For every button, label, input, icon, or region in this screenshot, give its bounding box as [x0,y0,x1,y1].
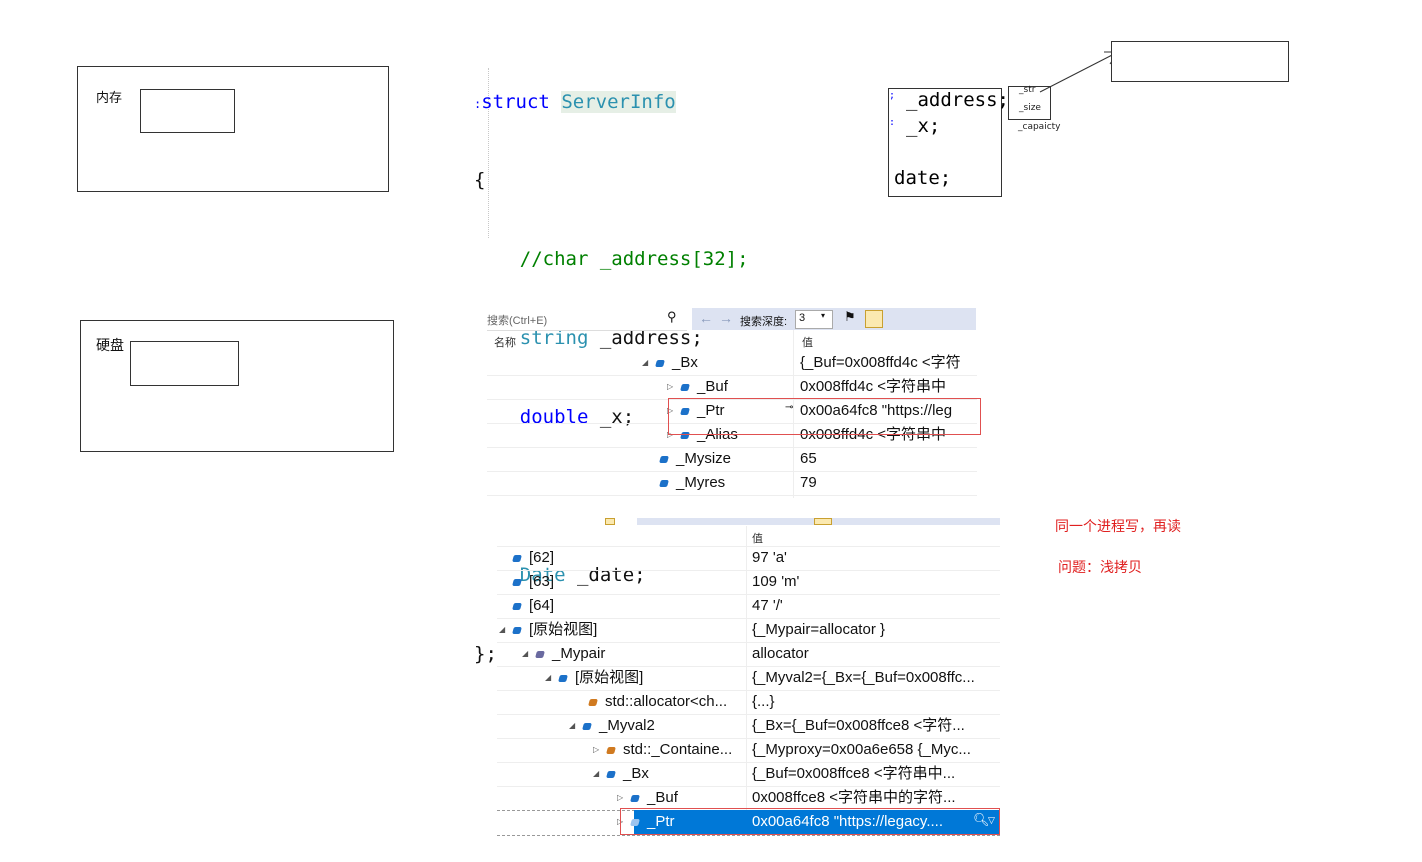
expand-icon[interactable]: ▷ [593,738,607,762]
watch2-value-header: 值 [752,533,763,545]
forward-arrow-icon[interactable]: → [719,310,733,326]
watch2-value: 109 'm' [752,573,800,590]
base-class-icon [588,698,598,706]
watch1-row-mysize[interactable]: _Mysize [659,447,731,471]
search-icon[interactable]: ⚲ [667,309,677,325]
disk-inner-box [130,341,239,386]
watch-window-1: 搜索(Ctrl+E) ⚲ ← → 搜索深度: 3 ▾ ⚑ 名称 值 ◢ _Bx {… [487,308,981,498]
memory-label: 内存 [96,91,123,106]
highlight-frame [668,398,981,435]
memory-box: 内存 [77,66,389,192]
code-struct-name: ServerInfo [561,90,676,113]
watch2-value: allocator [752,645,809,662]
watch2-row-62[interactable]: [62] [512,546,554,570]
watch1-name-header: 名称 [494,337,516,349]
watch1-value: 0x008ffd4c <字符串中 [800,378,947,395]
watch2-value: {...} [752,693,775,710]
pin-icon[interactable]: ⚑ [844,309,856,325]
watch2-value: {_Mypair=allocator } [752,621,885,638]
watch1-value: 65 [800,450,817,467]
collapse-icon[interactable]: ◢ [522,642,536,666]
watch1-value-header: 值 [802,337,813,349]
heap-box [1111,41,1289,82]
watch1-row-buf[interactable]: ▷ _Buf [667,375,728,399]
depth-label: 搜索深度: [740,316,788,328]
base-class-icon [606,746,616,754]
collapse-icon[interactable]: ◢ [545,666,559,690]
code-struct-keyword: struct [481,90,550,113]
disk-box: 硬盘 [80,320,394,452]
capacity-label: _capaicty [1018,122,1061,132]
struct-layout-box: ; _address; : _x; date; [888,88,1009,197]
watch1-row-bx[interactable]: ◢ _Bx [642,351,698,375]
watch2-row-raw-view-2[interactable]: ◢ [原始视图] [545,666,643,690]
code-open-brace: { [474,169,486,192]
collapse-icon[interactable]: ◢ [593,762,607,786]
expand-icon[interactable]: ▷ [617,786,631,810]
watch2-value: 97 'a' [752,549,787,566]
back-arrow-icon[interactable]: ← [699,310,713,326]
watch2-value: 47 '/' [752,597,783,614]
collapse-icon[interactable]: ◢ [642,351,656,375]
watch2-value: {_Myproxy=0x00a6e658 {_Myc... [752,741,971,758]
chevron-down-icon: ▾ [821,311,826,320]
watch2-value: 0x008ffce8 <字符串中的字符... [752,789,956,806]
watch2-row-allocator[interactable]: std::allocator<ch... [588,690,727,714]
watch1-search-input[interactable]: 搜索(Ctrl+E) ⚲ [487,308,687,331]
watch2-row-myval2[interactable]: ◢ _Myval2 [569,714,655,738]
depth-select[interactable]: 3 ▾ [795,310,833,329]
highlight-frame [620,808,1000,835]
memory-inner-box [140,89,235,133]
disk-label: 硬盘 [96,338,124,354]
watch2-row-raw-view[interactable]: ◢ [原始视图] [499,618,597,642]
watch-window-2: 值 [62] 97 'a' [63] 109 'm' [64] 47 '/' ◢… [497,518,1000,838]
watch2-row-64[interactable]: [64] [512,594,554,618]
base-class-icon [535,650,545,658]
note-shallow-copy: 问题：浅拷贝 [1058,560,1142,576]
columns-toggle-icon[interactable] [865,310,883,328]
mini-date: date; [894,167,952,189]
watch1-value: 79 [800,474,817,491]
watch1-value: {_Buf=0x008ffd4c <字符 [800,354,961,371]
field-icon [680,383,690,391]
code-comment: //char _address[32]; [519,248,749,271]
mini-address: _address; [906,89,1009,111]
watch2-row-63[interactable]: [63] [512,570,554,594]
watch2-row-mypair[interactable]: ◢ _Mypair [522,642,605,666]
field-icon [659,455,669,463]
watch1-toolbar [692,308,976,330]
mini-x: _x; [906,115,941,137]
watch2-value: {_Bx={_Buf=0x008ffce8 <字符... [752,717,965,734]
field-icon [655,359,665,367]
watch2-value: {_Myval2={_Bx={_Buf=0x008ffc... [752,669,975,686]
watch1-row-myres[interactable]: _Myres [659,471,725,495]
collapse-icon[interactable]: ◢ [499,618,513,642]
collapse-icon[interactable]: ◢ [569,714,583,738]
field-icon [659,479,669,487]
watch2-row-bx[interactable]: ◢ _Bx [593,762,649,786]
expand-icon[interactable]: ▷ [667,375,681,399]
watch2-value: {_Buf=0x008ffce8 <字符串中... [752,765,956,782]
watch2-row-container[interactable]: ▷ std::_Containe... [593,738,732,762]
note-same-process: 同一个进程写，再读 [1055,519,1181,535]
watch2-row-buf[interactable]: ▷ _Buf [617,786,678,810]
